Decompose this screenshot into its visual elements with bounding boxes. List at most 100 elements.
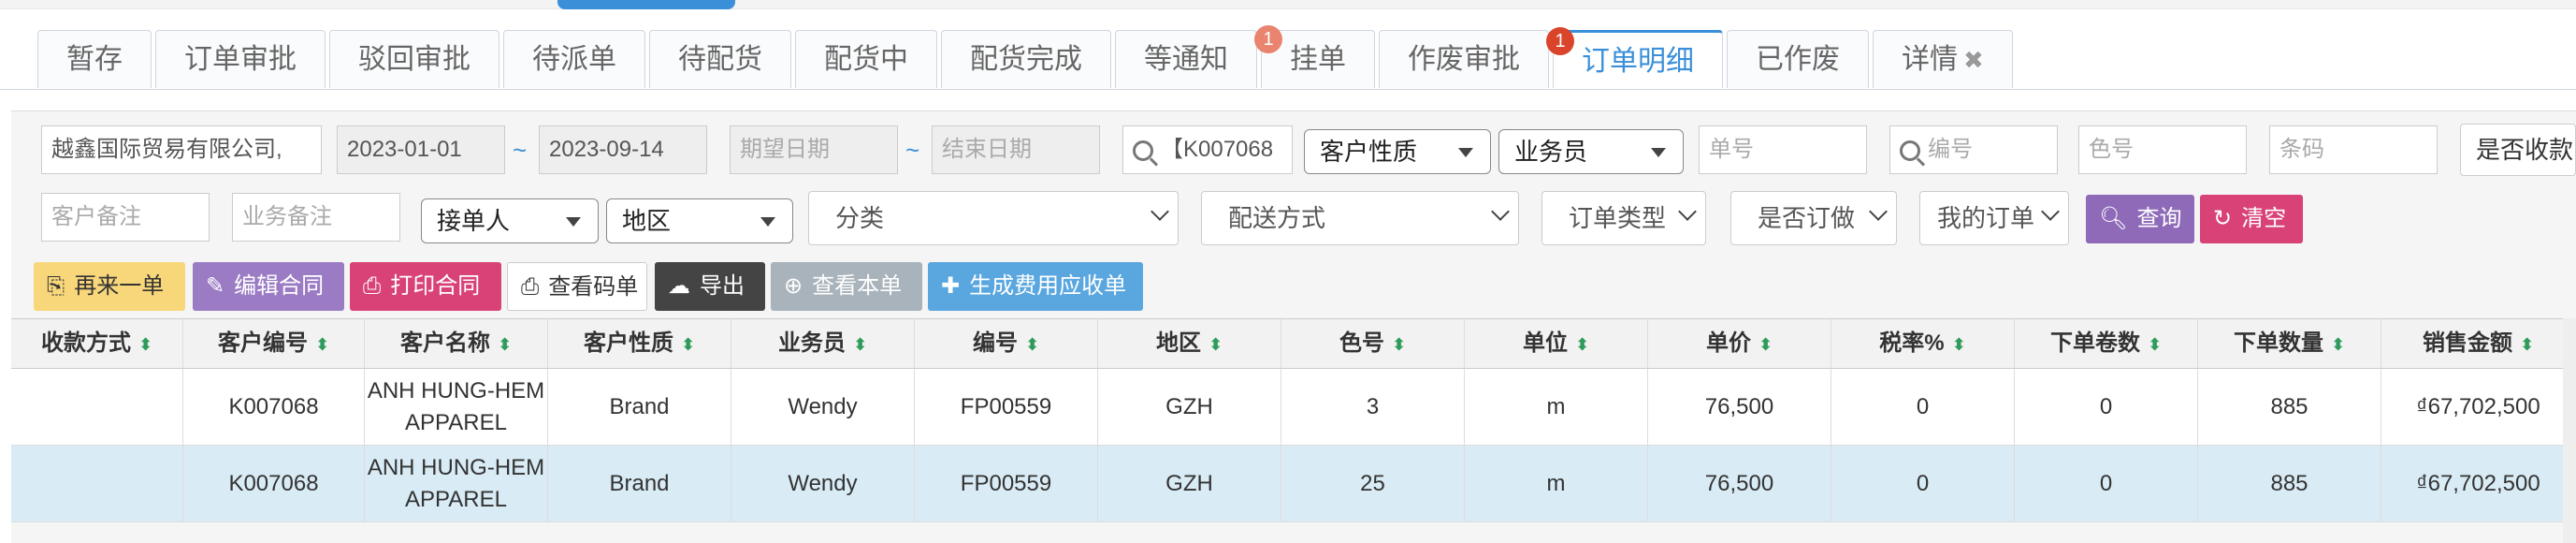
receiver-select[interactable]: 接单人 xyxy=(421,198,599,243)
edit-contract-label: 编辑合同 xyxy=(234,273,325,299)
color-field[interactable]: 色号 xyxy=(2078,125,2247,174)
cell-region: GZH xyxy=(1098,369,1281,445)
sort-icon[interactable]: ⬍ xyxy=(1208,335,1223,354)
end-date-field[interactable]: 结束日期 xyxy=(932,125,1100,174)
generate-fee-button[interactable]: ✚ 生成费用应收单 xyxy=(928,262,1143,311)
tab-rejected-approval[interactable]: 驳回审批 xyxy=(329,30,499,88)
tab-badge: 1 xyxy=(1546,27,1574,55)
region-select[interactable]: 地区 xyxy=(606,198,793,243)
close-icon[interactable]: ✖ xyxy=(1963,46,1984,74)
delivery-dropdown[interactable]: 配送方式 xyxy=(1201,191,1519,245)
view-this-button[interactable]: ⊕ 查看本单 xyxy=(771,262,922,311)
print-contract-button[interactable]: ⎙ 打印合同 xyxy=(350,262,501,311)
date-to-field[interactable]: 2023-09-14 xyxy=(539,125,707,174)
customer-type-select[interactable]: 客户性质 xyxy=(1304,129,1491,174)
tab-void-approval[interactable]: 作废审批 xyxy=(1379,30,1549,88)
is-ordered-dropdown[interactable]: 是否订做 xyxy=(1730,191,1897,245)
column-header-color-no[interactable]: 色号 ⬍ xyxy=(1281,319,1465,368)
export-button[interactable]: ☁ 导出 xyxy=(655,262,765,311)
tab-pending-dispatch[interactable]: 待派单 xyxy=(503,30,645,88)
sort-icon[interactable]: ⬍ xyxy=(138,335,152,354)
customer-remark-field[interactable]: 客户备注 xyxy=(41,193,210,242)
column-header-label: 地区 xyxy=(1155,330,1201,356)
my-orders-dropdown[interactable]: 我的订单 xyxy=(1919,191,2069,245)
column-header-sales-amount[interactable]: 销售金额 ⬍ xyxy=(2381,319,2576,368)
tab-details[interactable]: 详情 ✖ xyxy=(1873,30,2013,88)
sort-icon[interactable]: ⬍ xyxy=(681,335,695,354)
table-row[interactable]: K007068 ANH HUNG-HEM APPAREL Brand Wendy FP0… xyxy=(11,369,2576,446)
expect-date-field[interactable]: 期望日期 xyxy=(730,125,898,174)
query-button[interactable]: 🔍︎ 查询 xyxy=(2086,195,2194,243)
salesman-select[interactable]: 业务员 xyxy=(1498,129,1684,174)
date-from-field[interactable]: 2023-01-01 xyxy=(337,125,505,174)
sort-icon[interactable]: ⬍ xyxy=(315,335,329,354)
cell-region: GZH xyxy=(1098,446,1281,521)
table-scrollbar[interactable] xyxy=(2563,318,2576,543)
column-header-product-code[interactable]: 编号 ⬍ xyxy=(915,319,1098,368)
sort-icon[interactable]: ⬍ xyxy=(1392,335,1406,354)
view-code-button[interactable]: ⎙ 查看码单 xyxy=(507,262,647,311)
tab-label: 待配货 xyxy=(678,44,762,75)
table-row[interactable]: K007068 ANH HUNG-HEM APPAREL Brand Wendy FP0… xyxy=(11,446,2576,522)
view-this-label: 查看本单 xyxy=(812,273,903,299)
tab-await-notice[interactable]: 等通知 xyxy=(1115,30,1257,88)
tab-on-hold[interactable]: 1 挂单 xyxy=(1254,25,1375,88)
cell-unit: m xyxy=(1465,369,1648,445)
sort-icon[interactable]: ⬍ xyxy=(1575,335,1589,354)
clear-button[interactable]: ↻ 清空 xyxy=(2200,195,2303,243)
column-header-customer-type[interactable]: 客户性质 ⬍ xyxy=(548,319,731,368)
sort-icon[interactable]: ⬍ xyxy=(2520,335,2534,354)
tab-allocation-done[interactable]: 配货完成 xyxy=(941,30,1111,88)
column-header-label: 单价 xyxy=(1705,330,1751,356)
sort-icon[interactable]: ⬍ xyxy=(2148,335,2162,354)
column-header-payment-method[interactable]: 收款方式 ⬍ xyxy=(11,319,183,368)
top-accent-bar xyxy=(557,0,735,9)
column-header-label: 销售金额 xyxy=(2422,330,2512,356)
order-no-field[interactable]: 单号 xyxy=(1699,125,1867,174)
zoom-icon: ⊕ xyxy=(784,273,803,299)
tab-allocating[interactable]: 配货中 xyxy=(795,30,937,88)
reorder-button[interactable]: ⎘ 再来一单 xyxy=(34,262,185,311)
sort-icon[interactable]: ⬍ xyxy=(1025,335,1039,354)
company-field[interactable]: 越鑫国际贸易有限公司, xyxy=(41,125,322,174)
column-header-customer-name[interactable]: 客户名称 ⬍ xyxy=(365,319,548,368)
tab-order-detail[interactable]: 1 订单明细 xyxy=(1546,27,1723,88)
column-header-region[interactable]: 地区 ⬍ xyxy=(1098,319,1281,368)
edit-contract-button[interactable]: ✎ 编辑合同 xyxy=(193,262,344,311)
barcode-field[interactable]: 条码 xyxy=(2269,125,2438,174)
tab-draft[interactable]: 暂存 xyxy=(37,30,152,88)
order-type-dropdown[interactable]: 订单类型 xyxy=(1541,191,1706,245)
column-header-label: 客户名称 xyxy=(399,330,490,356)
column-header-unit[interactable]: 单位 ⬍ xyxy=(1465,319,1648,368)
tab-bar: 暂存 订单审批 驳回审批 待派单 待配货 配货中 配货完成 等通知 1 挂单 作废审批 1 订单明细 已作… xyxy=(37,25,2017,90)
cell-customer-code: K007068 xyxy=(183,446,365,521)
reorder-label: 再来一单 xyxy=(74,273,165,299)
tab-pending-allocation[interactable]: 待配货 xyxy=(649,30,791,88)
table-body: K007068 ANH HUNG-HEM APPAREL Brand Wendy FP0… xyxy=(11,369,2576,522)
column-header-salesman[interactable]: 业务员 ⬍ xyxy=(731,319,915,368)
column-header-tax-rate[interactable]: 税率% ⬍ xyxy=(1831,319,2015,368)
sort-icon[interactable]: ⬍ xyxy=(2331,335,2345,354)
business-remark-field[interactable]: 业务备注 xyxy=(232,193,400,242)
tab-voided[interactable]: 已作废 xyxy=(1727,30,1869,88)
code-search-field[interactable]: 编号 xyxy=(1889,125,2058,174)
customer-search-field[interactable]: 【K007068 xyxy=(1122,125,1293,174)
column-header-unit-price[interactable]: 单价 ⬍ xyxy=(1648,319,1831,368)
is-ordered-label: 是否订做 xyxy=(1758,204,1856,232)
sort-icon[interactable]: ⬍ xyxy=(853,335,867,354)
category-dropdown[interactable]: 分类 xyxy=(808,191,1179,245)
cell-customer-name: ANH HUNG-HEM APPAREL xyxy=(365,369,548,445)
column-header-order-rolls[interactable]: 下单卷数 ⬍ xyxy=(2015,319,2198,368)
tab-order-approval[interactable]: 订单审批 xyxy=(155,30,326,88)
chevron-down-icon xyxy=(1151,202,1169,221)
column-header-customer-code[interactable]: 客户编号 ⬍ xyxy=(183,319,365,368)
sort-icon[interactable]: ⬍ xyxy=(498,335,512,354)
column-header-order-qty[interactable]: 下单数量 ⬍ xyxy=(2198,319,2381,368)
date-range-tilde: ~ xyxy=(513,136,528,164)
sort-icon[interactable]: ⬍ xyxy=(1952,335,1966,354)
is-paid-select[interactable]: 是否收款 xyxy=(2460,124,2576,176)
sort-icon[interactable]: ⬍ xyxy=(1758,335,1773,354)
tab-label: 详情 xyxy=(1902,44,1958,75)
receiver-label: 接单人 xyxy=(437,207,511,235)
cell-salesman: Wendy xyxy=(731,369,915,445)
